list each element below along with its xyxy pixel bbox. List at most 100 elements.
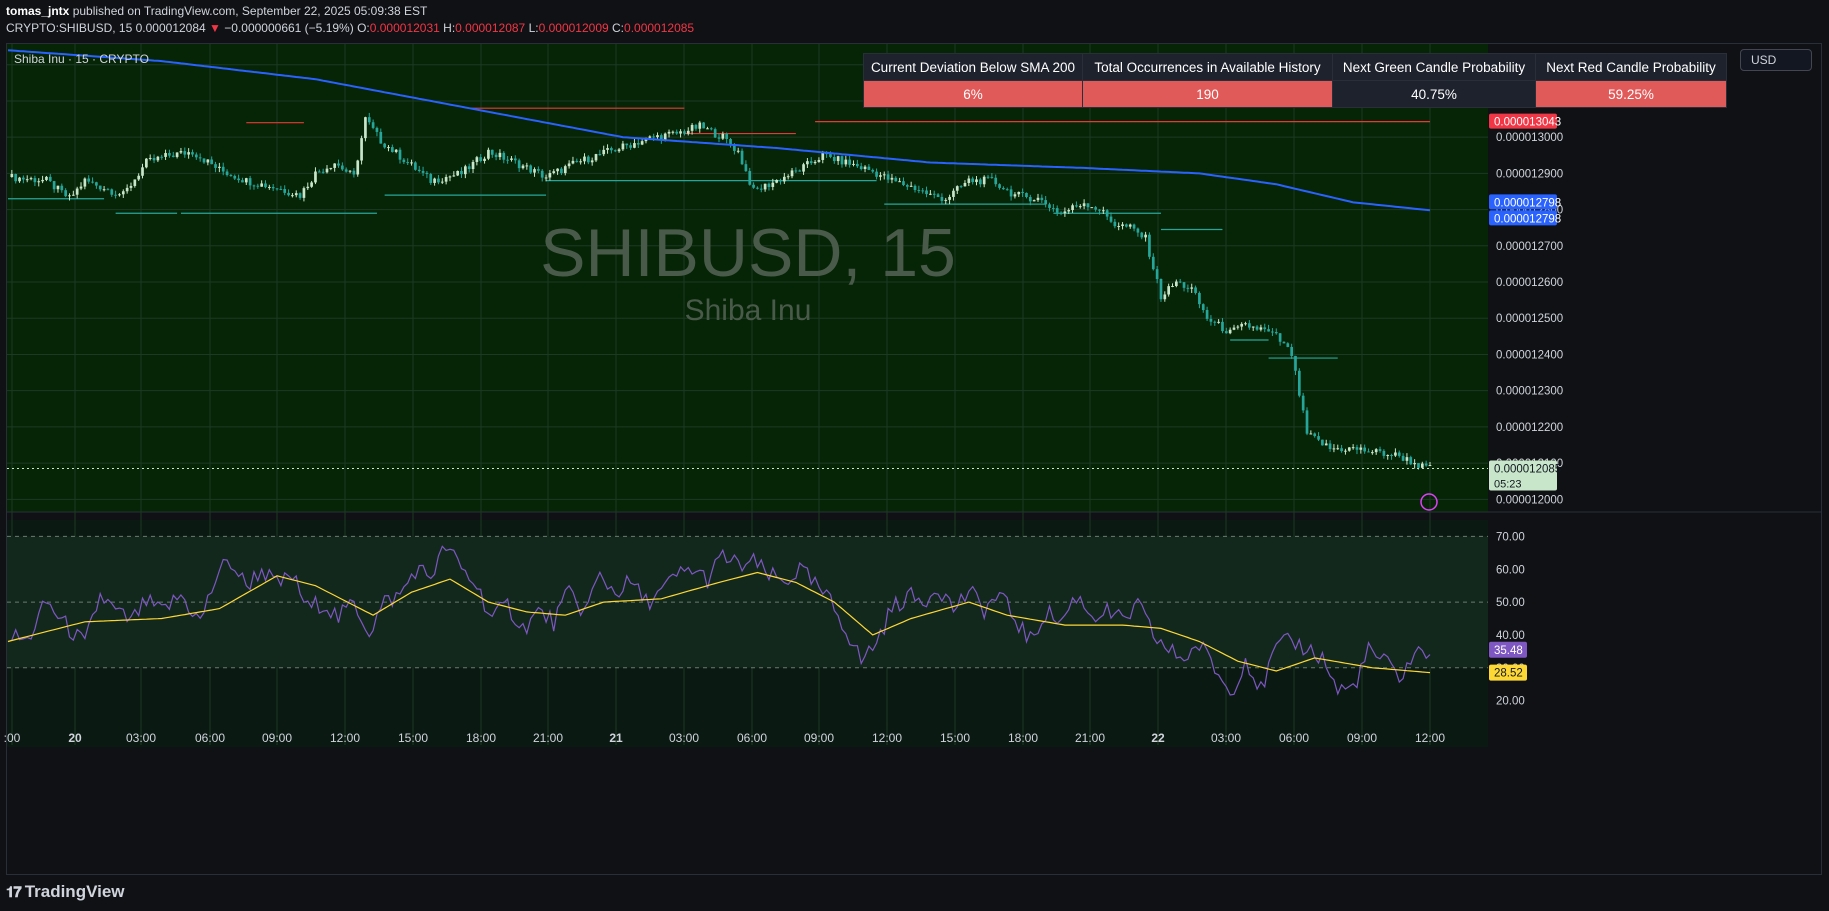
candle-body (183, 151, 187, 155)
candle-body (95, 182, 98, 186)
candle-body (1420, 463, 1424, 468)
candle-body (744, 164, 748, 172)
candle-body (37, 181, 41, 183)
candle-body (667, 131, 671, 134)
x-tick-label: 09:00 (1347, 731, 1377, 745)
candle-body (1240, 323, 1244, 327)
candle-body (1086, 203, 1090, 208)
x-tick-label: :00 (4, 731, 21, 745)
candle-body (433, 178, 436, 183)
candle-body (794, 170, 798, 172)
candle-body (337, 163, 340, 166)
candle-body (544, 177, 548, 179)
candle-body (1121, 224, 1124, 227)
candle-body (237, 178, 240, 181)
candle-body (1094, 207, 1097, 210)
watermark-symbol: SHIBUSD, 15 (540, 215, 956, 291)
candle-body (202, 158, 206, 163)
candle-body (829, 154, 832, 157)
candle-body (1274, 331, 1278, 334)
candle-body (1278, 333, 1282, 342)
x-tick-label: 06:00 (1279, 731, 1309, 745)
candle-body (610, 148, 613, 151)
candle-body (1344, 450, 1347, 452)
candle-body (171, 155, 175, 157)
chart-canvas[interactable]: :00 20 03:00 06:00 09:00 12:00 15:00 18:00 21:00… (0, 0, 1829, 911)
candle-body (248, 178, 252, 186)
candle-body (967, 178, 971, 183)
rsi-axis-tick: 50.00 (1496, 597, 1525, 609)
candle-body (1198, 292, 1201, 305)
price-axis-tick: 0.000012200 (1496, 422, 1563, 434)
candle-body (1040, 197, 1044, 201)
candle-body (1148, 234, 1151, 257)
candle-body (1071, 205, 1074, 211)
candle-body (429, 174, 433, 183)
candle-body (1217, 321, 1220, 323)
candle-body (1075, 205, 1078, 207)
candle-body (890, 177, 894, 180)
x-tick-label: 18:00 (1008, 731, 1038, 745)
candle-body (506, 159, 509, 161)
candle-body (748, 171, 752, 185)
candle-body (1063, 211, 1067, 214)
candle-body (1351, 447, 1355, 449)
candle-body (1301, 395, 1305, 411)
candle-body (1082, 203, 1086, 207)
candle-body (360, 138, 363, 161)
candle-body (264, 183, 267, 188)
candle-body (1105, 210, 1109, 217)
candle-body (525, 165, 529, 167)
candle-body (879, 175, 882, 177)
x-tick-label: 06:00 (195, 731, 225, 745)
candle-body (1336, 448, 1340, 450)
candle-body (79, 186, 83, 189)
footer-brand[interactable]: 𝟏𝟕 TradingView (6, 882, 125, 902)
candle-body (725, 133, 729, 140)
candle-body (241, 180, 244, 183)
candle-body (929, 193, 932, 195)
candle-body (225, 171, 229, 176)
candle-body (1282, 341, 1286, 344)
candle-body (106, 189, 110, 191)
candle-body (1013, 194, 1017, 197)
candle-body (702, 122, 705, 129)
candle-body (1313, 433, 1317, 437)
candle-body (975, 179, 978, 183)
candle-body (1374, 449, 1378, 453)
candle-body (1175, 281, 1178, 286)
price-axis-tick: 0.000012700 (1496, 241, 1563, 253)
candle-body (1340, 448, 1343, 452)
candle-body (1113, 221, 1117, 227)
candle-body (275, 188, 279, 190)
candle-body (1359, 447, 1363, 450)
candle-body (1397, 452, 1401, 456)
chart-legend[interactable]: Shiba Inu · 15 · CRYPTO (14, 52, 149, 66)
candle-body (571, 160, 575, 164)
candle-body (848, 159, 852, 165)
candle-body (329, 167, 333, 169)
candle-body (1201, 304, 1205, 311)
currency-button[interactable]: USD (1740, 49, 1812, 71)
candle-body (648, 136, 652, 138)
candle-body (325, 168, 329, 173)
candle-body (1347, 447, 1351, 451)
candle-body (1424, 463, 1428, 466)
candle-body (206, 159, 210, 163)
candle-body (948, 196, 951, 200)
candle-body (364, 117, 367, 139)
candle-body (479, 157, 483, 161)
candle-body (821, 152, 825, 160)
price-axis-label-text: 0.000013043 (1494, 117, 1561, 129)
brand-name: TradingView (24, 882, 125, 901)
candle-body (813, 161, 817, 164)
candle-body (341, 165, 344, 170)
candle-body (736, 150, 740, 152)
candle-body (963, 182, 967, 187)
candle-body (121, 191, 125, 195)
x-tick-label: 15:00 (398, 731, 428, 745)
candle-body (1390, 455, 1393, 457)
candle-body (1324, 443, 1328, 446)
candle-body (767, 183, 771, 187)
candle-body (840, 156, 844, 165)
